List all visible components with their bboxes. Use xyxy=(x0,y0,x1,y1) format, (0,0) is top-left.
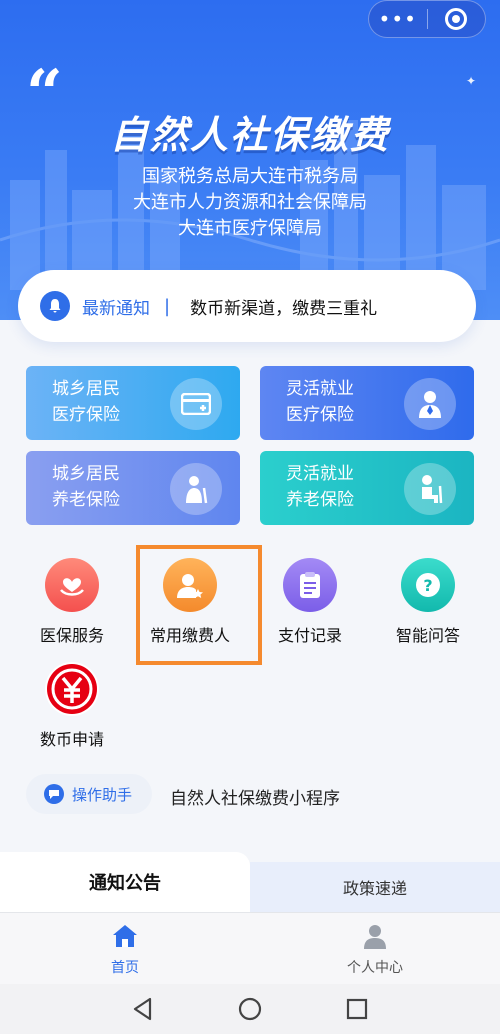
elder-icon xyxy=(170,463,222,515)
home-circle-icon[interactable] xyxy=(235,994,265,1024)
sparkle-icon: ✦ xyxy=(466,74,477,88)
home-icon xyxy=(113,925,137,947)
assistant-button[interactable]: 操作助手 xyxy=(26,774,152,814)
nav-home[interactable]: 首页 xyxy=(75,923,175,977)
notice-label: 最新通知 xyxy=(82,298,150,319)
assistant-text: 自然人社保缴费小程序 xyxy=(170,789,340,809)
hero-title: 自然人社保缴费 xyxy=(109,113,390,157)
card-urban-rural-medical[interactable]: 城乡居民 医疗保险 xyxy=(26,366,240,440)
service-medical[interactable]: 医保服务 xyxy=(18,558,126,646)
service-payment-records[interactable]: 支付记录 xyxy=(256,558,364,646)
worker-icon xyxy=(404,378,456,430)
tab-policy[interactable]: 政策速递 xyxy=(250,862,500,912)
recent-apps-icon[interactable] xyxy=(342,994,372,1024)
svg-text:?: ? xyxy=(423,576,432,595)
hero-subtitle: 大连市人力资源和社会保障局 xyxy=(133,192,367,213)
highlight-box xyxy=(136,545,262,665)
chat-bubble-icon xyxy=(44,784,64,804)
notice-text[interactable]: 数币新渠道，缴费三重礼 xyxy=(190,294,377,319)
clipboard-icon xyxy=(283,558,337,612)
service-label: 数币申请 xyxy=(39,730,104,749)
service-label: 智能问答 xyxy=(395,626,460,645)
hero-subtitle: 大连市医疗保障局 xyxy=(178,218,322,239)
heart-hand-icon xyxy=(45,558,99,612)
bottom-navigation: 首页 个人中心 xyxy=(0,912,500,984)
nav-label: 个人中心 xyxy=(347,960,403,976)
digital-yuan-icon xyxy=(45,662,99,716)
nav-personal-center[interactable]: 个人中心 xyxy=(325,923,425,977)
more-dots-icon[interactable]: ••• xyxy=(369,0,427,38)
system-navigation-bar xyxy=(0,984,500,1034)
notice-bar[interactable]: 最新通知 | 数币新渠道，缴费三重礼 xyxy=(18,270,476,342)
card-flexible-pension[interactable]: 灵活就业 养老保险 xyxy=(260,451,474,525)
hero-subtitle: 国家税务总局大连市税务局 xyxy=(142,166,358,187)
medical-card-icon xyxy=(170,378,222,430)
card-urban-rural-pension[interactable]: 城乡居民 养老保险 xyxy=(26,451,240,525)
card-flexible-medical[interactable]: 灵活就业 医疗保险 xyxy=(260,366,474,440)
bell-icon xyxy=(40,291,70,321)
content-tabs: 通知公告 政策速递 xyxy=(0,852,500,912)
service-smart-qa[interactable]: ? 智能问答 xyxy=(374,558,482,646)
tab-notices[interactable]: 通知公告 xyxy=(0,852,250,912)
service-label: 支付记录 xyxy=(277,626,342,645)
elder-seated-icon xyxy=(404,463,456,515)
miniprogram-capsule: ••• xyxy=(368,0,486,38)
assistant-label: 操作助手 xyxy=(72,785,133,804)
target-close-icon[interactable] xyxy=(427,0,485,38)
back-icon[interactable] xyxy=(128,994,158,1024)
question-icon: ? xyxy=(401,558,455,612)
service-label: 医保服务 xyxy=(39,626,104,645)
service-digital-currency[interactable]: 数币申请 xyxy=(18,662,126,750)
notice-separator: | xyxy=(164,295,171,317)
nav-label: 首页 xyxy=(111,960,139,976)
person-icon xyxy=(364,925,386,949)
